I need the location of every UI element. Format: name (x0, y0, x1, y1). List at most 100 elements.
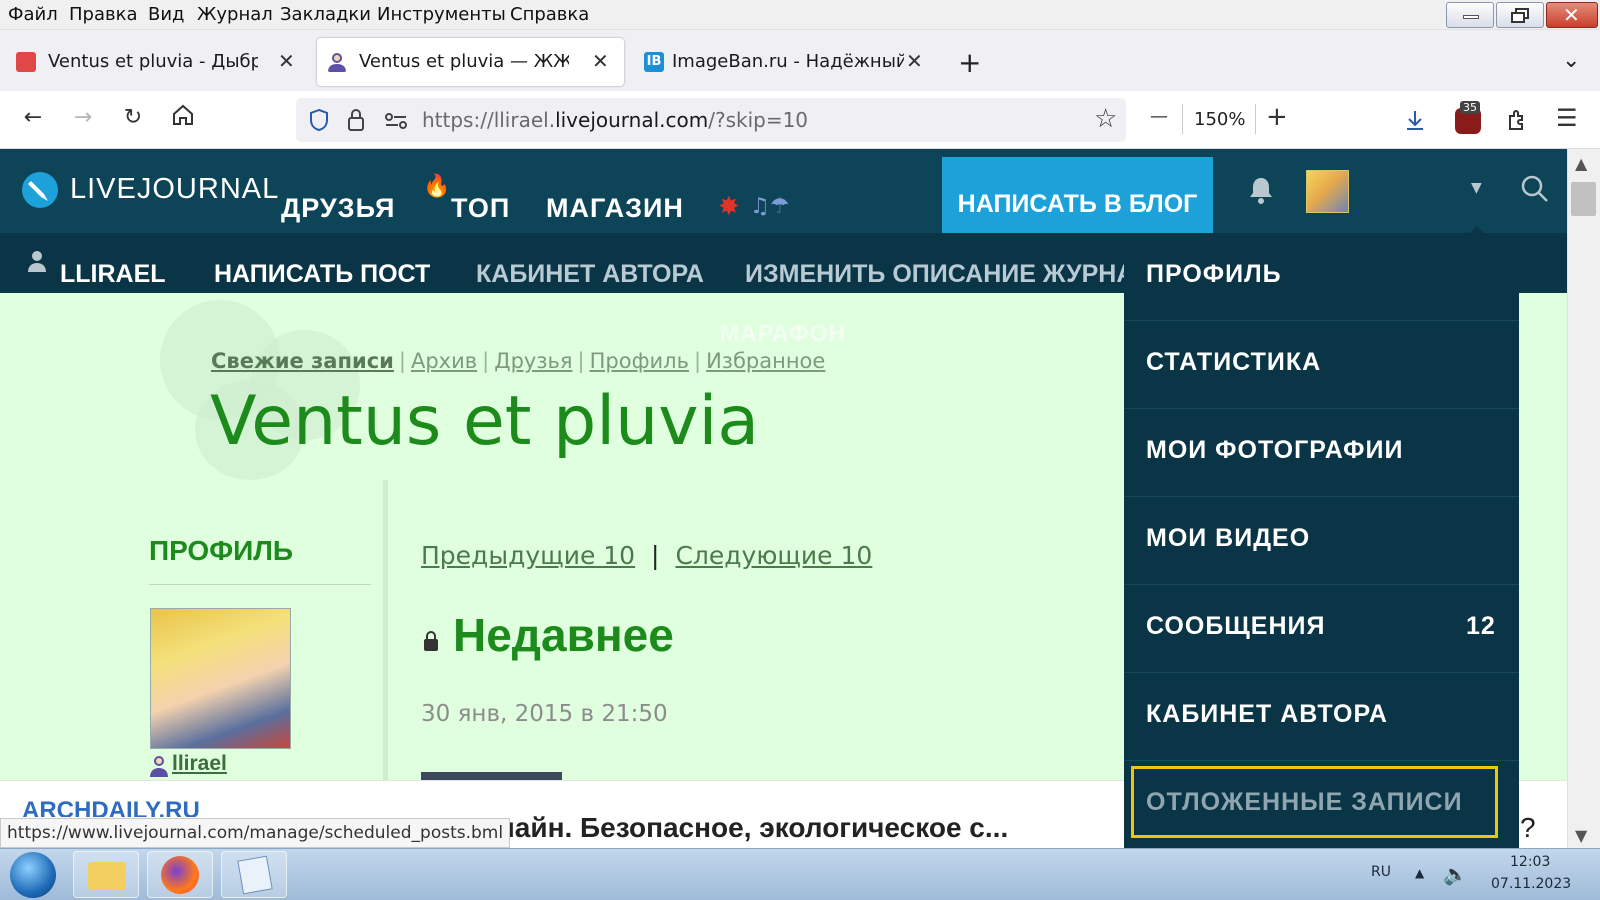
menu-bar: Файл Правка Вид Журнал Закладки Инструме… (0, 0, 1600, 30)
taskbar-explorer[interactable] (73, 851, 139, 898)
write-post-link[interactable]: НАПИСАТЬ ПОСТ (214, 260, 430, 289)
nav-top[interactable]: ТОП (451, 193, 510, 224)
menu-history[interactable]: Журнал (197, 4, 273, 25)
language-indicator[interactable]: RU (1371, 864, 1391, 880)
userpic[interactable] (150, 608, 291, 749)
folder-icon (88, 862, 126, 890)
new-tab-button[interactable]: + (958, 46, 981, 79)
menu-view[interactable]: Вид (148, 4, 185, 25)
start-button[interactable] (10, 852, 56, 898)
scrollbar-thumb[interactable] (1571, 182, 1596, 216)
dropdown-item-messages[interactable]: СООБЩЕНИЯ (1146, 612, 1325, 641)
zoom-in-button[interactable]: + (1266, 102, 1288, 132)
status-url: https://www.livejournal.com/manage/sched… (0, 818, 511, 848)
menu-edit[interactable]: Правка (69, 4, 138, 25)
nav-shop[interactable]: МАГАЗИН (546, 193, 684, 224)
ad-text[interactable]: лайн. Безопасное, экологическое с... (497, 812, 1008, 844)
menu-tools[interactable]: Инструменты (377, 4, 506, 25)
nav-friends[interactable]: ДРУЗЬЯ (281, 193, 395, 224)
prev-page-link[interactable]: Предыдущие 10 (421, 541, 635, 570)
back-button[interactable]: ← (18, 103, 48, 133)
notepad-icon (237, 855, 273, 895)
reload-button[interactable]: ↻ (118, 103, 148, 133)
clock-date[interactable]: 07.11.2023 (1491, 876, 1571, 892)
pagination-separator: | (651, 541, 660, 570)
username-link[interactable]: llirael (172, 752, 227, 776)
permissions-icon[interactable] (384, 112, 408, 130)
dropdown-item-profile[interactable]: ПРОФИЛЬ (1146, 260, 1282, 289)
clock-time[interactable]: 12:03 (1510, 854, 1550, 870)
bookmark-star-icon[interactable]: ☆ (1094, 104, 1117, 134)
scroll-down-icon[interactable]: ▼ (1575, 826, 1587, 845)
avatar[interactable] (1306, 170, 1349, 213)
post-image[interactable] (421, 772, 562, 780)
zoom-out-button[interactable]: — (1150, 106, 1168, 127)
scroll-up-icon[interactable]: ▲ (1575, 154, 1587, 173)
tray-expand-icon[interactable]: ▲ (1415, 866, 1424, 880)
menu-file[interactable]: Файл (8, 4, 58, 25)
dropdown-item-photos[interactable]: МОИ ФОТОГРАФИИ (1146, 436, 1403, 465)
tab-imageban[interactable]: IB ImageBan.ru - Надёжный ф ✕ (634, 38, 934, 86)
page-title[interactable]: Ventus et pluvia (210, 382, 759, 461)
breadcrumb-recent[interactable]: Свежие записи (211, 349, 394, 373)
breadcrumb-profile[interactable]: Профиль (590, 349, 689, 373)
maple-leaf-icon[interactable]: ✸ (718, 192, 740, 222)
user-link[interactable]: LLIRAEL (60, 260, 166, 289)
list-all-tabs-button[interactable]: ⌄ (1562, 48, 1580, 73)
url-text[interactable]: https://llirael.livejournal.com/?skip=10 (422, 108, 808, 132)
dropdown-item-author-cabinet[interactable]: КАБИНЕТ АВТОРА (1146, 700, 1388, 729)
breadcrumb: Свежие записи | Архив | Друзья | Профиль | Избра… (211, 349, 826, 373)
edit-description-link[interactable]: ИЗМЕНИТЬ ОПИСАНИЕ ЖУРНАЛА (745, 260, 1125, 289)
next-page-link[interactable]: Следующие 10 (675, 541, 872, 570)
search-icon[interactable] (1520, 174, 1550, 204)
user-icon (28, 251, 46, 272)
author-cabinet-link[interactable]: КАБИНЕТ АВТОРА (476, 260, 704, 289)
marathon-label[interactable]: МАРАФОН (720, 320, 846, 347)
taskbar-notepad[interactable] (221, 851, 287, 898)
menu-help[interactable]: Справка (510, 4, 589, 25)
pagination: Предыдущие 10 | Следующие 10 (421, 541, 872, 570)
chevron-down-icon[interactable]: ▼ (1471, 180, 1482, 196)
ad-brand[interactable]: ARCHDAILY.RU (22, 797, 200, 817)
volume-icon[interactable]: 🔈 (1443, 862, 1468, 886)
breadcrumb-friends[interactable]: Друзья (494, 349, 572, 373)
ad-text-tail: ? (1520, 812, 1536, 843)
lock-icon[interactable] (346, 108, 366, 132)
extensions-icon[interactable] (1505, 108, 1529, 132)
close-window-button[interactable]: ✕ (1546, 2, 1598, 28)
download-icon[interactable] (1403, 108, 1427, 132)
livejournal-logo-text[interactable]: LIVEJOURNAL (70, 173, 279, 206)
close-tab-icon[interactable]: ✕ (906, 49, 923, 73)
bell-icon[interactable] (1247, 175, 1275, 205)
scrollbar[interactable] (1567, 149, 1600, 848)
dropdown-item-scheduled-posts[interactable]: ОТЛОЖЕННЫЕ ЗАПИСИ (1146, 788, 1463, 817)
divider (1124, 760, 1519, 761)
dropdown-item-videos[interactable]: МОИ ВИДЕО (1146, 524, 1310, 553)
write-blog-button[interactable]: НАПИСАТЬ В БЛОГ (942, 157, 1213, 238)
menu-bookmarks[interactable]: Закладки (280, 4, 371, 25)
close-tab-icon[interactable]: ✕ (592, 49, 609, 73)
tab-dybr[interactable]: Ventus et pluvia - Дыбр ✕ (6, 38, 304, 86)
app-menu-icon[interactable]: ☰ (1556, 104, 1578, 132)
shield-icon[interactable] (308, 108, 330, 132)
tab-livejournal[interactable]: Ventus et pluvia — ЖЖ ✕ (317, 38, 624, 86)
edit-description-clip: ИЗМЕНИТЬ ОПИСАНИЕ ЖУРНАЛА (745, 255, 1125, 291)
minimize-button[interactable] (1446, 2, 1494, 28)
taskbar-firefox[interactable] (147, 851, 213, 898)
breadcrumb-favorites[interactable]: Избранное (706, 349, 825, 373)
home-button[interactable] (168, 103, 198, 136)
firefox-icon (161, 856, 199, 894)
user-icon (150, 756, 168, 777)
post-date: 30 янв, 2015 в 21:50 (421, 701, 668, 727)
forward-button[interactable]: → (68, 103, 98, 133)
breadcrumb-archive[interactable]: Архив (411, 349, 477, 373)
restore-button[interactable] (1496, 2, 1544, 28)
livejournal-logo-icon[interactable] (20, 170, 60, 210)
close-tab-icon[interactable]: ✕ (278, 49, 295, 73)
weather-icons[interactable]: ♫☂ (750, 194, 789, 219)
divider (1182, 104, 1183, 134)
divider (1124, 496, 1519, 497)
zoom-level[interactable]: 150% (1194, 109, 1245, 130)
post-title[interactable]: Недавнее (453, 608, 674, 662)
dropdown-item-stats[interactable]: СТАТИСТИКА (1146, 348, 1321, 377)
